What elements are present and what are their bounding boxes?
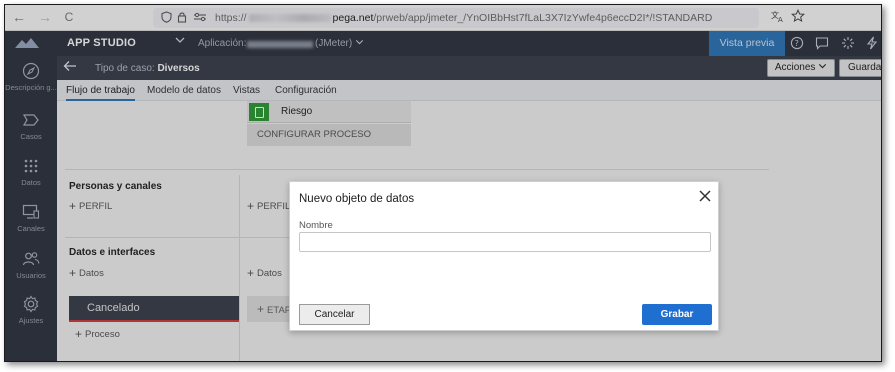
cancel-button[interactable]: Cancelar xyxy=(299,304,370,325)
name-field-label: Nombre xyxy=(299,220,333,231)
dialog-title: Nuevo objeto de datos xyxy=(299,193,415,205)
app-window: ← → C https://pega.net/prweb/app/jmeter_… xyxy=(4,4,882,362)
save-button[interactable]: Grabar xyxy=(642,304,712,325)
new-data-object-dialog: Nuevo objeto de datos Nombre Cancelar Gr… xyxy=(289,181,719,331)
close-icon[interactable] xyxy=(696,188,714,206)
name-input[interactable] xyxy=(299,232,711,252)
